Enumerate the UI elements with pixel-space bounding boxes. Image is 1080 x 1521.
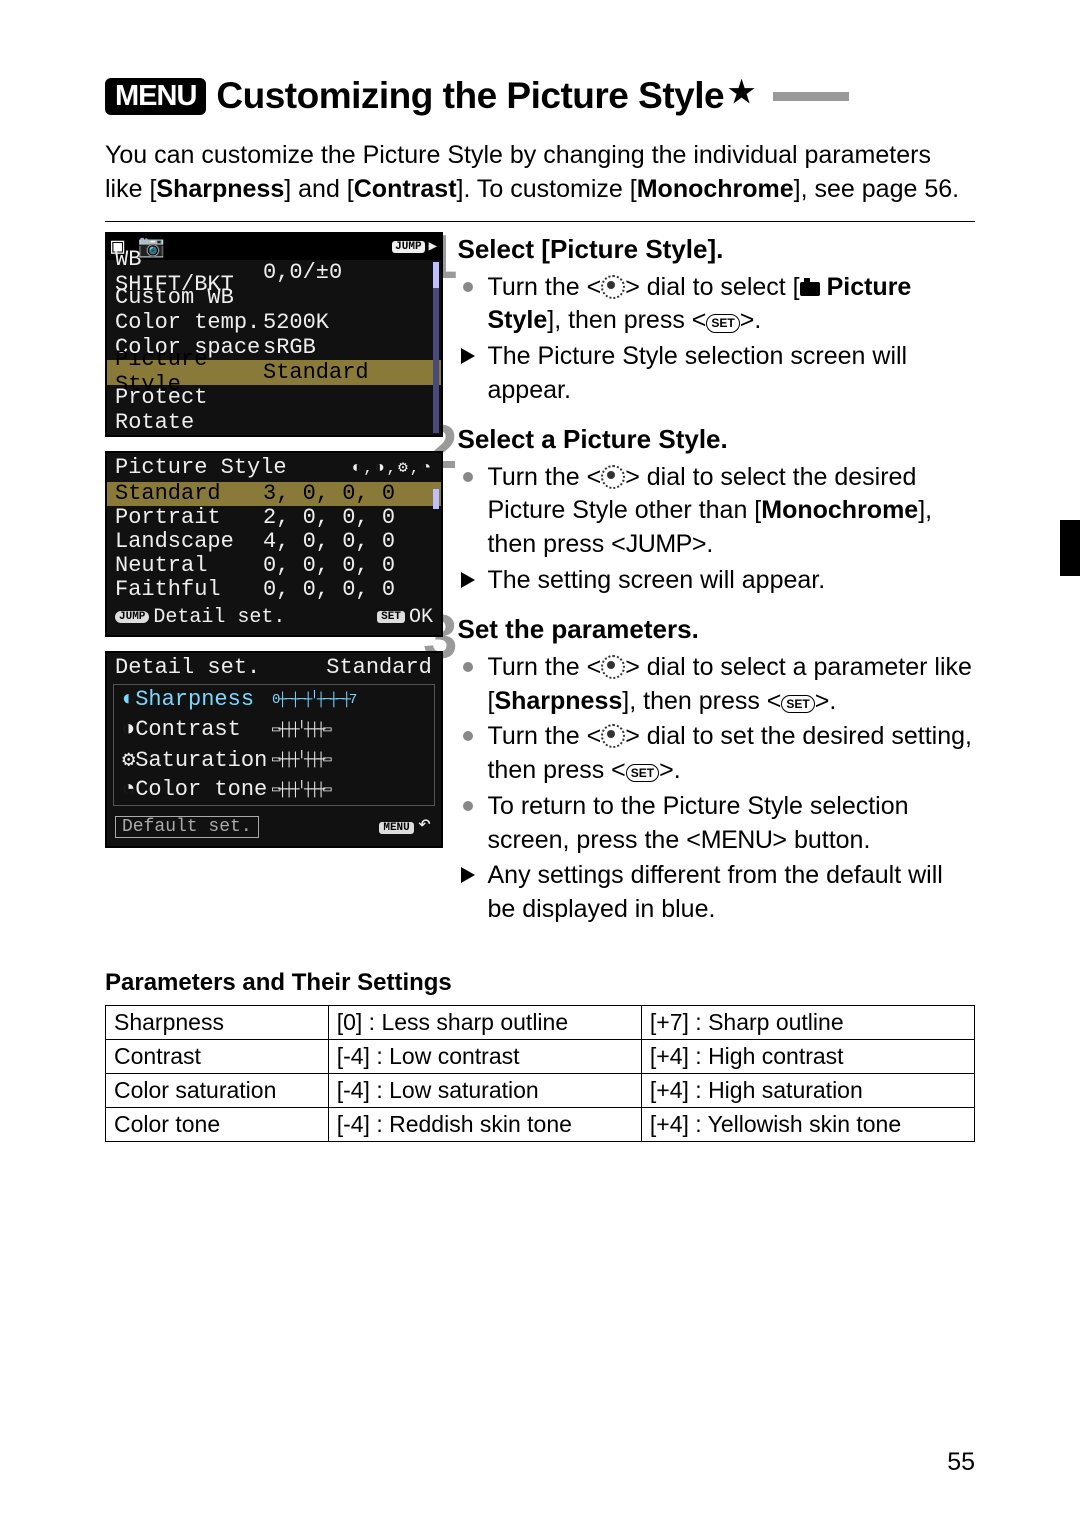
lcd2-row: Landscape4, 0, 0, 0 bbox=[107, 530, 441, 554]
lcd2-row: Faithful0, 0, 0, 0 bbox=[107, 578, 441, 602]
content-columns: ▣ 📷 JUMP ▶ WB SHIFT/BKT0,0/±0Custom WBCo… bbox=[105, 232, 975, 941]
default-set-button: Default set. bbox=[115, 816, 259, 838]
thumb-tab bbox=[1060, 520, 1080, 576]
lcd3-head-r: Standard bbox=[326, 655, 432, 680]
play-tab-icon: ▶ bbox=[429, 238, 437, 255]
set-pill: SET bbox=[377, 611, 405, 623]
intro-c: ] and [ bbox=[284, 175, 354, 203]
jump-badge: JUMP bbox=[392, 241, 424, 253]
intro-b: Sharpness bbox=[156, 175, 284, 203]
lcd1-row: Rotate bbox=[107, 410, 441, 435]
title-rule bbox=[773, 92, 849, 101]
menu-pill: MENU bbox=[379, 822, 413, 834]
lcd2-foot-left: Detail set. bbox=[153, 606, 285, 629]
step-3: 3 Set the parameters. Turn the <> dial t… bbox=[447, 612, 975, 929]
lcd3-param-row: ◑Contrast▭┼┼┼╵┼┼┼▭ bbox=[114, 715, 434, 745]
step2-line1: Turn the <> dial to select the desired P… bbox=[457, 461, 975, 562]
lcd2-row: Portrait2, 0, 0, 0 bbox=[107, 506, 441, 530]
lcd-picture-style-panel: Picture Style ◐,◑,⚙,◔ Standard3, 0, 0, 0… bbox=[105, 451, 443, 637]
lcd1-scrollbar bbox=[433, 262, 439, 433]
step2-line2: The setting screen will appear. bbox=[457, 564, 975, 598]
lcd2-header: Picture Style ◐,◑,⚙,◔ bbox=[107, 453, 441, 482]
back-arrow-icon: ↶ bbox=[418, 812, 431, 837]
lcd2-row: Standard3, 0, 0, 0 bbox=[107, 482, 441, 506]
lcd1-row: WB SHIFT/BKT0,0/±0 bbox=[107, 260, 441, 285]
params-row: Contrast[-4] : Low contrast[+4] : High c… bbox=[106, 1039, 975, 1073]
jump-pill: JUMP bbox=[115, 611, 149, 623]
intro-d: Contrast bbox=[354, 175, 457, 203]
step-1: 1 Select [Picture Style]. Turn the <> di… bbox=[447, 232, 975, 410]
page: MENU Customizing the Picture Style ★ You… bbox=[0, 0, 1080, 1521]
page-number: 55 bbox=[947, 1448, 975, 1477]
step-1-title: Select [Picture Style]. bbox=[457, 232, 975, 267]
step3-line3: To return to the Picture Style selection… bbox=[457, 790, 975, 858]
step-2-title: Select a Picture Style. bbox=[457, 422, 975, 457]
lcd3-head-l: Detail set. bbox=[115, 655, 260, 680]
divider bbox=[105, 221, 975, 222]
dial-icon bbox=[601, 724, 625, 748]
lcd1-row: Color temp.5200K bbox=[107, 310, 441, 335]
step-3-title: Set the parameters. bbox=[457, 612, 975, 647]
star-icon: ★ bbox=[728, 75, 755, 110]
set-icon: SET bbox=[626, 764, 659, 782]
lcd2-row: Neutral0, 0, 0, 0 bbox=[107, 554, 441, 578]
step1-line2: The Picture Style selection screen will … bbox=[457, 340, 975, 408]
title-row: MENU Customizing the Picture Style ★ bbox=[105, 75, 975, 117]
set-icon: SET bbox=[706, 314, 739, 332]
lcd1-row: Picture StyleStandard bbox=[107, 360, 441, 385]
params-row: Sharpness[0] : Less sharp outline[+7] : … bbox=[106, 1005, 975, 1039]
step3-line4: Any settings different from the default … bbox=[457, 859, 975, 927]
params-table: Sharpness[0] : Less sharp outline[+7] : … bbox=[105, 1005, 975, 1142]
lcd3-param-row: ◔Color tone▭┼┼┼╵┼┼┼▭ bbox=[114, 775, 434, 805]
steps-column: 1 Select [Picture Style]. Turn the <> di… bbox=[447, 232, 975, 941]
params-row: Color tone[-4] : Reddish skin tone[+4] :… bbox=[106, 1107, 975, 1141]
lcd1-row: Custom WB bbox=[107, 285, 441, 310]
lcd2-scroll-marker bbox=[433, 489, 439, 509]
lcd2-param-icons: ◐,◑,⚙,◔ bbox=[352, 457, 433, 477]
lcd1-row: Protect bbox=[107, 385, 441, 410]
dial-icon bbox=[601, 465, 625, 489]
lcd2-footer: JUMP Detail set. SET OK bbox=[107, 602, 441, 635]
intro-text: You can customize the Picture Style by c… bbox=[105, 139, 975, 207]
params-section-title: Parameters and Their Settings bbox=[105, 969, 975, 997]
lcd3-param-row: ⚙Saturation▭┼┼┼╵┼┼┼▭ bbox=[114, 745, 434, 775]
step1-line1: Turn the <> dial to select [ Picture Sty… bbox=[457, 271, 975, 339]
intro-e: ]. To customize [ bbox=[457, 175, 637, 203]
camera-icon bbox=[800, 282, 820, 296]
lcd3-param-row: ◐Sharpness0┼─┼─┼╵┼─┼─┼7 bbox=[114, 685, 434, 715]
set-icon: SET bbox=[781, 695, 814, 713]
step3-line2: Turn the <> dial to set the desired sett… bbox=[457, 720, 975, 788]
lcd3-header: Detail set. Standard bbox=[107, 653, 441, 682]
intro-g: ], see page 56. bbox=[794, 175, 959, 203]
step-2: 2 Select a Picture Style. Turn the <> di… bbox=[447, 422, 975, 600]
params-row: Color saturation[-4] : Low saturation[+4… bbox=[106, 1073, 975, 1107]
intro-f: Monochrome bbox=[637, 175, 794, 203]
lcd2-title: Picture Style bbox=[115, 455, 352, 480]
menu-chip-icon: MENU bbox=[105, 78, 206, 115]
dial-icon bbox=[601, 275, 625, 299]
page-title: Customizing the Picture Style bbox=[216, 75, 724, 117]
dial-icon bbox=[601, 655, 625, 679]
lcd2-foot-right: OK bbox=[409, 606, 433, 629]
lcd-column: ▣ 📷 JUMP ▶ WB SHIFT/BKT0,0/±0Custom WBCo… bbox=[105, 232, 443, 862]
lcd-detail-set-panel: Detail set. Standard ◐Sharpness0┼─┼─┼╵┼─… bbox=[105, 651, 443, 848]
lcd3-menu-back: MENU ↶ bbox=[379, 811, 441, 843]
lcd-menu-panel: ▣ 📷 JUMP ▶ WB SHIFT/BKT0,0/±0Custom WBCo… bbox=[105, 232, 443, 437]
step3-line1: Turn the <> dial to select a parameter l… bbox=[457, 651, 975, 719]
